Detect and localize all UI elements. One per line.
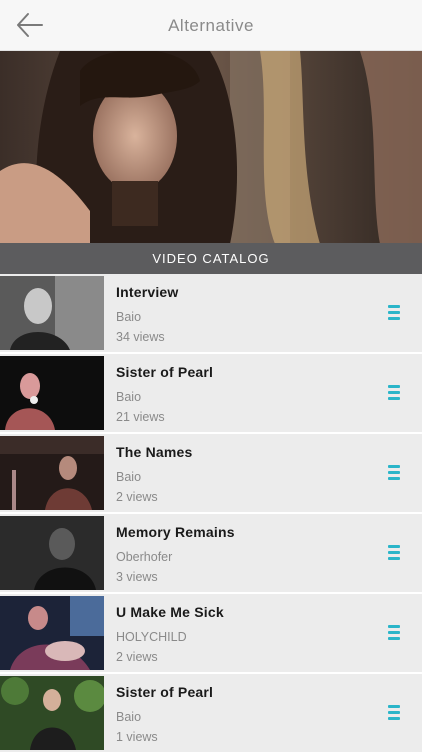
hero-banner-image[interactable] [0,51,422,244]
video-views: 2 views [116,650,158,664]
more-options-icon[interactable] [388,465,400,481]
video-thumbnail[interactable] [0,596,104,670]
video-artist: Baio [116,710,142,724]
more-options-icon[interactable] [388,545,400,561]
more-options-icon[interactable] [388,305,400,321]
page-title: Alternative [168,16,254,35]
video-title: Interview [116,284,179,300]
video-list-item[interactable]: Sister of Pearl Baio 1 views [0,674,422,754]
video-views: 2 views [116,490,158,504]
more-options-icon[interactable] [388,385,400,401]
video-title: Memory Remains [116,524,235,540]
video-views: 3 views [116,570,158,584]
video-artist: Baio [116,310,142,324]
more-options-icon[interactable] [388,705,400,721]
video-list-item[interactable]: U Make Me Sick HOLYCHILD 2 views [0,594,422,674]
top-nav-bar: Alternative [0,0,422,51]
video-views: 1 views [116,730,158,744]
video-list: Interview Baio 34 views Sister of Pearl … [0,274,422,754]
video-title: Sister of Pearl [116,364,214,380]
video-thumbnail[interactable] [0,676,104,750]
video-views: 21 views [116,410,165,424]
video-thumbnail[interactable] [0,436,104,510]
video-artist: Oberhofer [116,550,173,564]
video-title: U Make Me Sick [116,604,224,620]
video-list-item[interactable]: The Names Baio 2 views [0,434,422,514]
video-list-item[interactable]: Interview Baio 34 views [0,274,422,354]
video-thumbnail[interactable] [0,516,104,590]
video-views: 34 views [116,330,165,344]
video-thumbnail[interactable] [0,356,104,430]
video-artist: Baio [116,470,142,484]
video-artist: HOLYCHILD [116,630,187,644]
video-title: Sister of Pearl [116,684,214,700]
more-options-icon[interactable] [388,625,400,641]
video-list-item[interactable]: Sister of Pearl Baio 21 views [0,354,422,434]
video-list-item[interactable]: Memory Remains Oberhofer 3 views [0,514,422,594]
video-catalog-header: VIDEO CATALOG [0,243,422,274]
video-thumbnail[interactable] [0,276,104,350]
video-artist: Baio [116,390,142,404]
video-title: The Names [116,444,193,460]
